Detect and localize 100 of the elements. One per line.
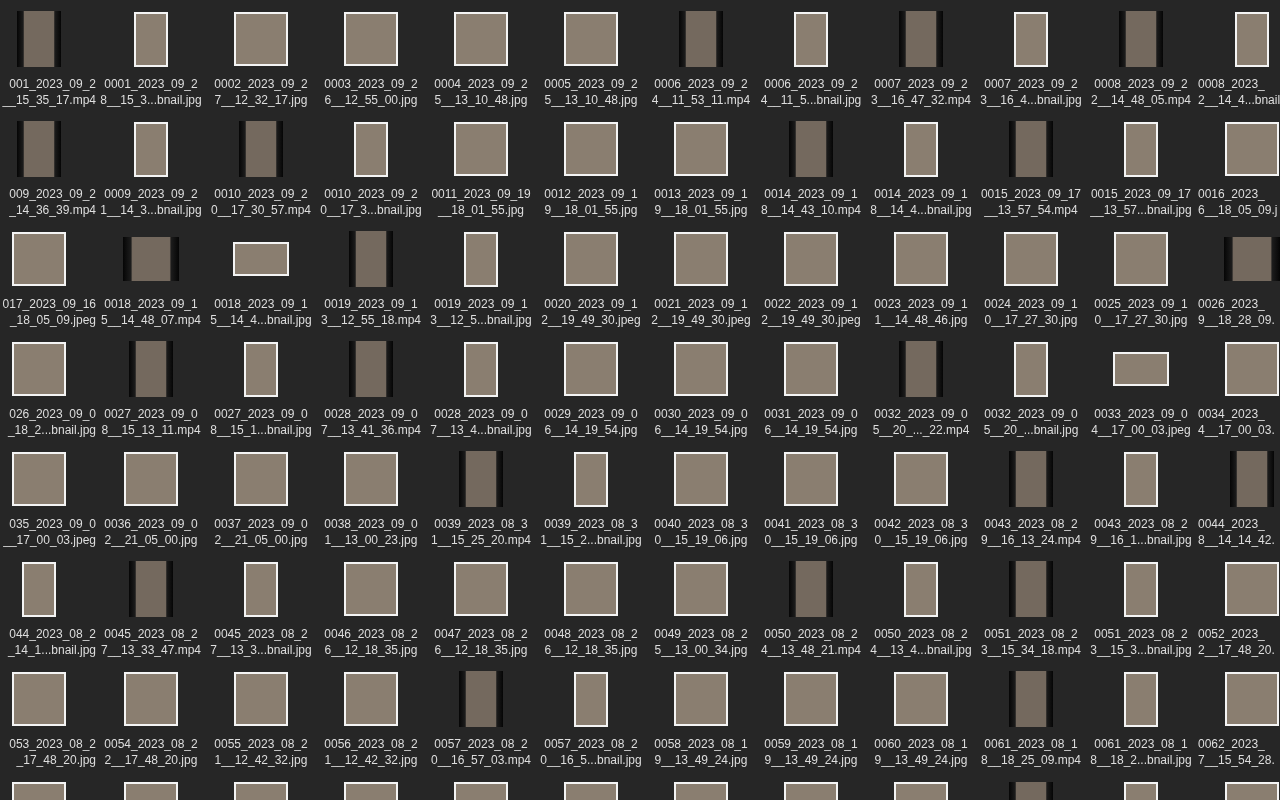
photo-thumbnail[interactable] [124,672,178,726]
file-name[interactable]: 0025_2023_09_1 0__17_27_30.jpg [1094,296,1188,328]
video-thumbnail[interactable] [349,231,393,287]
photo-thumbnail[interactable] [12,452,66,506]
file-name[interactable]: 001_2023_09_2 __15_35_17.mp4 [2,76,96,108]
file-name[interactable]: 0052_2023_ 2__17_48_20. [1196,626,1275,658]
photo-thumbnail[interactable] [454,12,508,66]
photo-thumbnail[interactable] [894,232,948,286]
file-name[interactable]: 0002_2023_09_2 7__12_32_17.jpg [214,76,308,108]
file-name[interactable]: 0055_2023_08_2 1__12_42_32.jpg [214,736,308,768]
photo-thumbnail[interactable] [784,452,838,506]
photo-thumbnail[interactable] [574,451,608,507]
video-thumbnail[interactable] [1009,671,1053,727]
photo-thumbnail[interactable] [1225,782,1279,800]
photo-thumbnail[interactable] [564,782,618,800]
photo-thumbnail[interactable] [344,672,398,726]
file-name[interactable]: 0024_2023_09_1 0__17_27_30.jpg [984,296,1078,328]
photo-thumbnail[interactable] [134,121,168,177]
photo-thumbnail[interactable] [344,452,398,506]
file-name[interactable]: 0028_2023_09_0 7__13_41_36.mp4 [320,406,422,438]
photo-thumbnail[interactable] [674,232,728,286]
photo-thumbnail[interactable] [1114,232,1168,286]
video-thumbnail[interactable] [459,671,503,727]
photo-thumbnail[interactable] [234,452,288,506]
photo-thumbnail[interactable] [464,231,498,287]
file-name[interactable]: 0050_2023_08_2 4__13_48_21.mp4 [760,626,862,658]
photo-thumbnail[interactable] [1113,352,1169,386]
file-name[interactable]: 0051_2023_08_2 3__15_34_18.mp4 [980,626,1082,658]
file-name[interactable]: 0003_2023_09_2 6__12_55_00.jpg [324,76,418,108]
file-name[interactable]: 0045_2023_08_2 7__13_3...bnail.jpg [210,626,312,658]
file-name[interactable]: 0019_2023_09_1 3__12_5...bnail.jpg [430,296,532,328]
file-name[interactable]: 0006_2023_09_2 4__11_53_11.mp4 [651,76,751,108]
photo-thumbnail[interactable] [234,782,288,800]
photo-thumbnail[interactable] [454,122,508,176]
file-name[interactable]: 0061_2023_08_1 8__18_2...bnail.jpg [1090,736,1192,768]
video-thumbnail[interactable] [459,451,503,507]
file-name[interactable]: 0012_2023_09_1 9__18_01_55.jpg [544,186,638,218]
photo-thumbnail[interactable] [674,342,728,396]
photo-thumbnail[interactable] [784,232,838,286]
file-name[interactable]: 035_2023_09_0 __17_00_03.jpeg [3,516,96,548]
file-name[interactable]: 0040_2023_08_3 0__15_19_06.jpg [654,516,748,548]
file-name[interactable]: 0049_2023_08_2 5__13_00_34.jpg [654,626,748,658]
file-name[interactable]: 0036_2023_09_0 2__21_05_00.jpg [104,516,198,548]
file-name[interactable]: 0021_2023_09_1 2__19_49_30.jpeg [651,296,751,328]
file-name[interactable]: 0048_2023_08_2 6__12_18_35.jpg [544,626,638,658]
photo-thumbnail[interactable] [574,671,608,727]
photo-thumbnail[interactable] [904,561,938,617]
file-name[interactable]: 0031_2023_09_0 6__14_19_54.jpg [764,406,858,438]
file-name[interactable]: 0032_2023_09_0 5__20_..._22.mp4 [872,406,970,438]
file-name[interactable]: 0006_2023_09_2 4__11_5...bnail.jpg [760,76,862,108]
video-thumbnail[interactable] [789,561,833,617]
file-name[interactable]: 0043_2023_08_2 9__16_1...bnail.jpg [1090,516,1192,548]
video-thumbnail[interactable] [1009,121,1053,177]
photo-thumbnail[interactable] [244,561,278,617]
file-name[interactable]: 0018_2023_09_1 5__14_4...bnail.jpg [210,296,312,328]
file-name[interactable]: 0030_2023_09_0 6__14_19_54.jpg [654,406,748,438]
photo-thumbnail[interactable] [1124,671,1158,727]
file-name[interactable]: 0020_2023_09_1 2__19_49_30.jpeg [541,296,641,328]
photo-thumbnail[interactable] [894,452,948,506]
photo-thumbnail[interactable] [794,11,828,67]
file-name[interactable]: 0010_2023_09_2 0__17_3...bnail.jpg [320,186,422,218]
photo-thumbnail[interactable] [564,232,618,286]
file-name[interactable]: 0014_2023_09_1 8__14_4...bnail.jpg [870,186,972,218]
file-name[interactable]: 044_2023_08_2 _14_1...bnail.jpg [7,626,96,658]
photo-thumbnail[interactable] [124,452,178,506]
file-name[interactable]: 0011_2023_09_19 __18_01_55.jpg [431,186,531,218]
file-name[interactable]: 0013_2023_09_1 9__18_01_55.jpg [654,186,748,218]
photo-thumbnail[interactable] [12,782,66,800]
file-name[interactable]: 009_2023_09_2 _14_36_39.mp4 [9,186,96,218]
photo-thumbnail[interactable] [1235,11,1269,67]
file-name[interactable]: 053_2023_08_2 _17_48_20.jpg [9,736,96,768]
file-name[interactable]: 0051_2023_08_2 3__15_3...bnail.jpg [1090,626,1192,658]
file-name[interactable]: 0057_2023_08_2 0__16_5...bnail.jpg [540,736,642,768]
photo-thumbnail[interactable] [454,782,508,800]
file-name[interactable]: 0026_2023_ 9__18_28_09. [1196,296,1275,328]
photo-thumbnail[interactable] [233,242,289,276]
file-name[interactable]: 0061_2023_08_1 8__18_25_09.mp4 [980,736,1082,768]
photo-thumbnail[interactable] [784,342,838,396]
file-name[interactable]: 0015_2023_09_17 __13_57_54.mp4 [980,186,1082,218]
photo-thumbnail[interactable] [674,672,728,726]
file-name[interactable]: 0028_2023_09_0 7__13_4...bnail.jpg [430,406,532,438]
photo-thumbnail[interactable] [784,672,838,726]
video-thumbnail[interactable] [129,561,173,617]
photo-thumbnail[interactable] [564,12,618,66]
file-name[interactable]: 0062_2023_ 7__15_54_28. [1196,736,1275,768]
video-thumbnail[interactable] [789,121,833,177]
photo-thumbnail[interactable] [344,12,398,66]
file-name[interactable]: 026_2023_09_0 _18_2...bnail.jpg [7,406,96,438]
file-name[interactable]: 017_2023_09_16 _18_05_09.jpeg [2,296,96,328]
photo-thumbnail[interactable] [674,562,728,616]
photo-thumbnail[interactable] [564,342,618,396]
photo-thumbnail[interactable] [1225,672,1279,726]
file-name[interactable]: 0009_2023_09_2 1__14_3...bnail.jpg [100,186,202,218]
photo-thumbnail[interactable] [464,341,498,397]
file-name[interactable]: 0034_2023_ 4__17_00_03. [1196,406,1275,438]
file-name[interactable]: 0019_2023_09_1 3__12_55_18.mp4 [320,296,422,328]
photo-thumbnail[interactable] [674,782,728,800]
file-name[interactable]: 0010_2023_09_2 0__17_30_57.mp4 [210,186,312,218]
file-name[interactable]: 0007_2023_09_2 3__16_4...bnail.jpg [980,76,1082,108]
photo-thumbnail[interactable] [894,782,948,800]
